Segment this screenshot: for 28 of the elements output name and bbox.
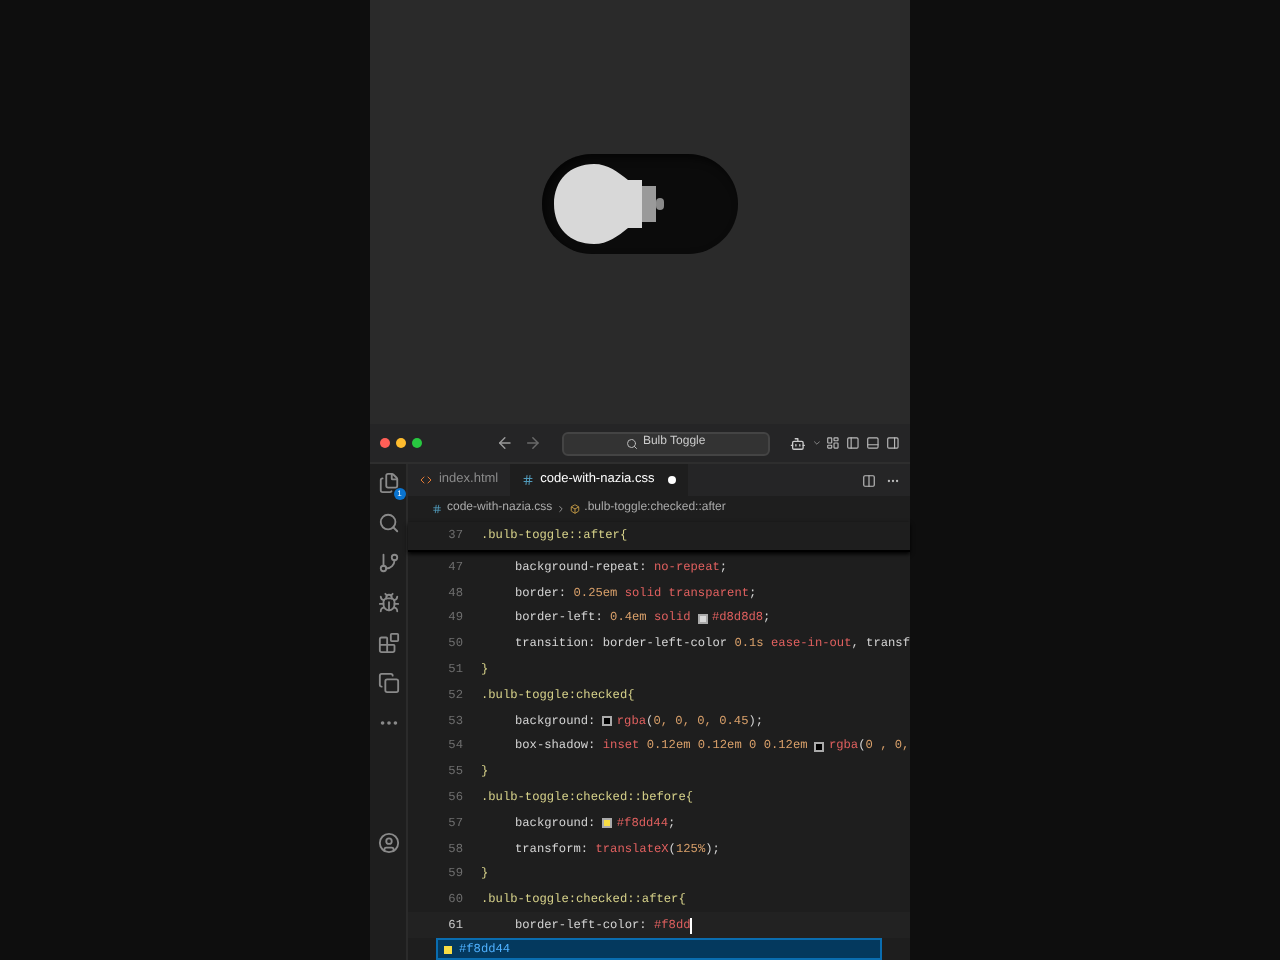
- branch-icon[interactable]: [377, 552, 400, 575]
- robot-icon[interactable]: [789, 435, 806, 452]
- hash-icon: [432, 503, 443, 514]
- copy-icon[interactable]: [377, 672, 400, 695]
- search-icon: [626, 437, 639, 450]
- debug-icon[interactable]: [377, 592, 400, 615]
- lightbulb-icon: [552, 162, 668, 246]
- panel-left-icon[interactable]: [846, 436, 861, 451]
- forward-icon[interactable]: [523, 434, 541, 453]
- split-editor-icon[interactable]: [862, 473, 876, 488]
- text-cursor: [690, 917, 693, 934]
- panel-bottom-icon[interactable]: [866, 436, 881, 451]
- symbol-icon: [570, 503, 581, 514]
- layout-icon[interactable]: [826, 436, 841, 451]
- extensions-icon[interactable]: [377, 632, 400, 655]
- close-window-icon[interactable]: [380, 438, 390, 449]
- bulb-toggle[interactable]: [542, 154, 738, 254]
- files-icon[interactable]: [377, 472, 400, 495]
- hash-icon: [522, 474, 535, 487]
- panel-right-icon[interactable]: [886, 436, 900, 451]
- back-icon[interactable]: [495, 434, 514, 453]
- minimize-window-icon[interactable]: [395, 438, 406, 449]
- account-icon[interactable]: [377, 832, 400, 855]
- search-icon[interactable]: [377, 512, 400, 535]
- chevron-icon: [556, 503, 567, 514]
- maximize-window-icon[interactable]: [411, 438, 422, 449]
- caret-icon[interactable]: [811, 438, 821, 449]
- code-icon: [420, 474, 433, 487]
